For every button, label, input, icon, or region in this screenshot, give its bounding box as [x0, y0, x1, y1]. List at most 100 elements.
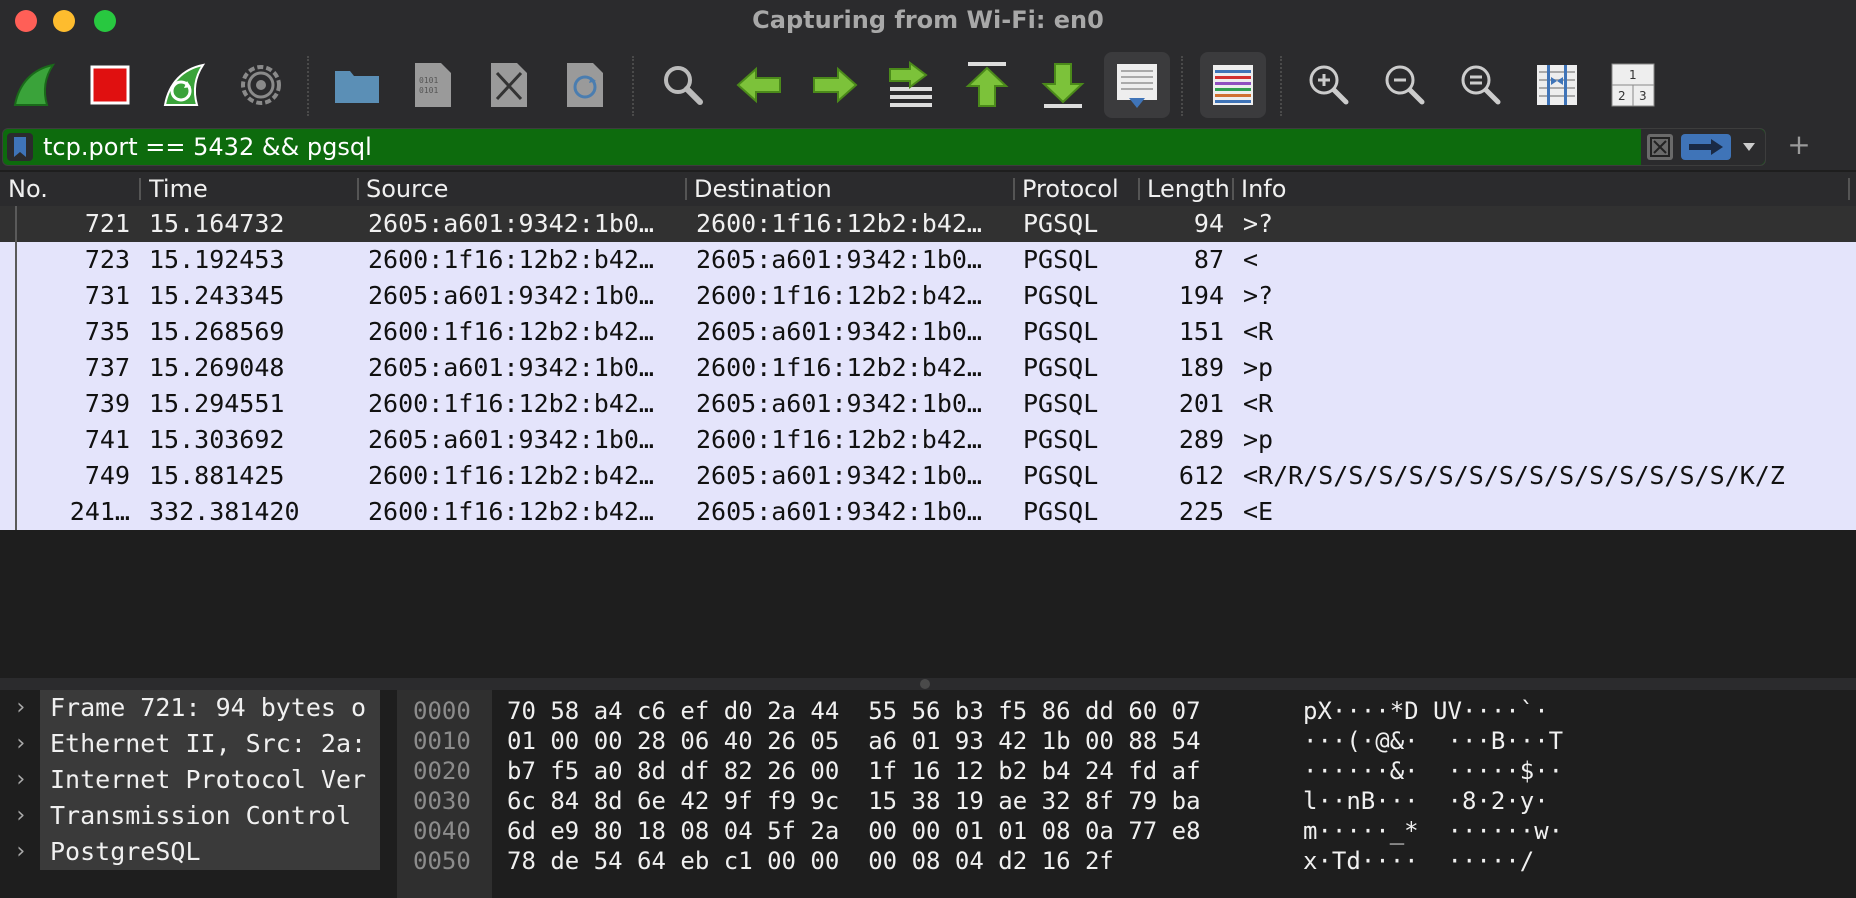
zoom-out-button[interactable] [1372, 52, 1438, 118]
cell-source: 2600:1f16:12b2:b42… [368, 497, 654, 526]
cell-info: >p [1243, 425, 1274, 454]
layout-button[interactable]: 1 2 3 [1600, 52, 1666, 118]
filter-history-dropdown[interactable] [1739, 137, 1759, 157]
column-header-protocol[interactable]: Protocol [1022, 172, 1134, 206]
cell-time: 15.881425 [149, 461, 285, 490]
capture-options-button[interactable] [228, 52, 294, 118]
go-first-icon [965, 62, 1009, 107]
byte-offset[interactable]: 0050 [413, 846, 471, 876]
column-header-time[interactable]: Time [149, 172, 349, 206]
start-capture-icon [13, 63, 56, 106]
cell-length: 189 [1178, 353, 1224, 382]
cell-protocol: PGSQL [1023, 281, 1099, 310]
column-header-destination[interactable]: Destination [694, 172, 1004, 206]
find-packet-icon [664, 66, 703, 105]
detail-tree-item[interactable]: › Frame 721: 94 bytes o [0, 690, 383, 726]
packet-row[interactable]: 721 15.164732 2605:a601:9342:1b0… 2600:1f16… [0, 206, 1856, 242]
chevron-right-icon[interactable]: › [14, 798, 27, 834]
byte-hex[interactable]: 01 00 00 28 06 40 26 05 a6 01 93 42 1b 0… [507, 726, 1201, 756]
cell-length: 612 [1178, 461, 1224, 490]
packet-row[interactable]: 739 15.294551 2600:1f16:12b2:b42… 2605:a601… [0, 386, 1856, 422]
byte-ascii[interactable]: l··nB··· ·8·2·y· [1303, 786, 1549, 816]
restart-capture-button[interactable] [152, 52, 218, 118]
save-file-button[interactable]: 0101 0101 [400, 52, 466, 118]
packet-row[interactable]: 737 15.269048 2605:a601:9342:1b0… 2600:1f16… [0, 350, 1856, 386]
byte-offset[interactable]: 0000 [413, 696, 471, 726]
chevron-right-icon[interactable]: › [14, 834, 27, 870]
cell-protocol: PGSQL [1023, 245, 1099, 274]
byte-ascii[interactable]: m·····_* ······w· [1303, 816, 1563, 846]
svg-text:0101: 0101 [419, 86, 438, 95]
column-header-source[interactable]: Source [366, 172, 676, 206]
cell-source: 2605:a601:9342:1b0… [368, 281, 654, 310]
chevron-right-icon[interactable]: › [14, 762, 27, 798]
byte-offset[interactable]: 0010 [413, 726, 471, 756]
cell-time: 15.268569 [149, 317, 285, 346]
byte-ascii[interactable]: ···(·@&· ···B···T [1303, 726, 1563, 756]
chevron-right-icon[interactable]: › [14, 726, 27, 762]
byte-ascii[interactable]: x·Td···· ·····/ [1303, 846, 1534, 876]
cell-destination: 2605:a601:9342:1b0… [696, 461, 982, 490]
open-file-button[interactable] [324, 52, 390, 118]
chevron-right-icon[interactable]: › [14, 690, 27, 726]
column-header-length[interactable]: Length [1147, 172, 1229, 206]
cell-info: >? [1243, 209, 1274, 238]
cell-no: 741 [84, 425, 130, 454]
go-back-icon [736, 66, 781, 104]
detail-tree-item[interactable]: › Internet Protocol Ver [0, 762, 383, 798]
byte-hex[interactable]: 70 58 a4 c6 ef d0 2a 44 55 56 b3 f5 86 d… [507, 696, 1201, 726]
go-forward-button[interactable] [802, 52, 868, 118]
detail-tree-item[interactable]: › Ethernet II, Src: 2a: [0, 726, 383, 762]
filter-input[interactable] [43, 129, 1643, 165]
packet-row[interactable]: 741 15.303692 2605:a601:9342:1b0… 2600:1f16… [0, 422, 1856, 458]
cell-source: 2600:1f16:12b2:b42… [368, 461, 654, 490]
add-filter-button[interactable]: + [1784, 130, 1814, 160]
cell-source: 2600:1f16:12b2:b42… [368, 245, 654, 274]
go-last-button[interactable] [1030, 52, 1096, 118]
autoscroll-button[interactable] [1104, 52, 1170, 118]
column-header-no[interactable]: No. [8, 172, 136, 206]
colorize-icon [1213, 65, 1253, 105]
zoom-in-button[interactable] [1296, 52, 1362, 118]
byte-ascii[interactable]: pX····*D UV····`· [1303, 696, 1549, 726]
cell-protocol: PGSQL [1023, 317, 1099, 346]
display-filter [2, 128, 1766, 166]
byte-hex[interactable]: b7 f5 a0 8d df 82 26 00 1f 16 12 b2 b4 2… [507, 756, 1201, 786]
cell-time: 15.269048 [149, 353, 285, 382]
packet-bytes: 0000 70 58 a4 c6 ef d0 2a 44 55 56 b3 f5 … [397, 690, 1856, 898]
clear-filter-button[interactable] [1647, 134, 1673, 160]
stop-capture-button[interactable] [77, 52, 143, 118]
go-to-packet-button[interactable] [878, 52, 944, 118]
pane-splitter[interactable] [0, 678, 1856, 690]
cell-info: <R [1243, 389, 1274, 418]
normal-size-button[interactable] [1448, 52, 1514, 118]
detail-label: Internet Protocol Ver [40, 762, 380, 798]
byte-hex[interactable]: 6d e9 80 18 08 04 5f 2a 00 00 01 01 08 0… [507, 816, 1201, 846]
start-capture-button[interactable] [2, 52, 68, 118]
packet-row[interactable]: 241… 332.381420 2600:1f16:12b2:b42… 2605:a6… [0, 494, 1856, 530]
apply-filter-button[interactable] [1681, 134, 1731, 160]
splitter-handle[interactable] [920, 679, 930, 689]
packet-row[interactable]: 735 15.268569 2600:1f16:12b2:b42… 2605:a601… [0, 314, 1856, 350]
detail-tree-item[interactable]: › PostgreSQL [0, 834, 383, 870]
reload-file-button[interactable] [552, 52, 618, 118]
resize-columns-button[interactable] [1524, 52, 1590, 118]
packet-row[interactable]: 731 15.243345 2605:a601:9342:1b0… 2600:1f16… [0, 278, 1856, 314]
byte-offset[interactable]: 0030 [413, 786, 471, 816]
byte-hex[interactable]: 6c 84 8d 6e 42 9f f9 9c 15 38 19 ae 32 8… [507, 786, 1201, 816]
packet-row[interactable]: 723 15.192453 2600:1f16:12b2:b42… 2605:a601… [0, 242, 1856, 278]
packet-row[interactable]: 749 15.881425 2600:1f16:12b2:b42… 2605:a601… [0, 458, 1856, 494]
colorize-button[interactable] [1200, 52, 1266, 118]
byte-offset[interactable]: 0020 [413, 756, 471, 786]
close-file-button[interactable] [476, 52, 542, 118]
go-back-button[interactable] [726, 52, 792, 118]
column-header-info[interactable]: Info [1241, 172, 1841, 206]
filter-bookmark-button[interactable] [7, 133, 33, 161]
byte-ascii[interactable]: ······&· ·····$·· [1303, 756, 1563, 786]
go-first-button[interactable] [954, 52, 1020, 118]
byte-hex[interactable]: 78 de 54 64 eb c1 00 00 00 08 04 d2 16 2… [507, 846, 1114, 876]
find-packet-button[interactable] [650, 52, 716, 118]
detail-tree-item[interactable]: › Transmission Control [0, 798, 383, 834]
byte-offset[interactable]: 0040 [413, 816, 471, 846]
stop-capture-icon [90, 65, 130, 105]
